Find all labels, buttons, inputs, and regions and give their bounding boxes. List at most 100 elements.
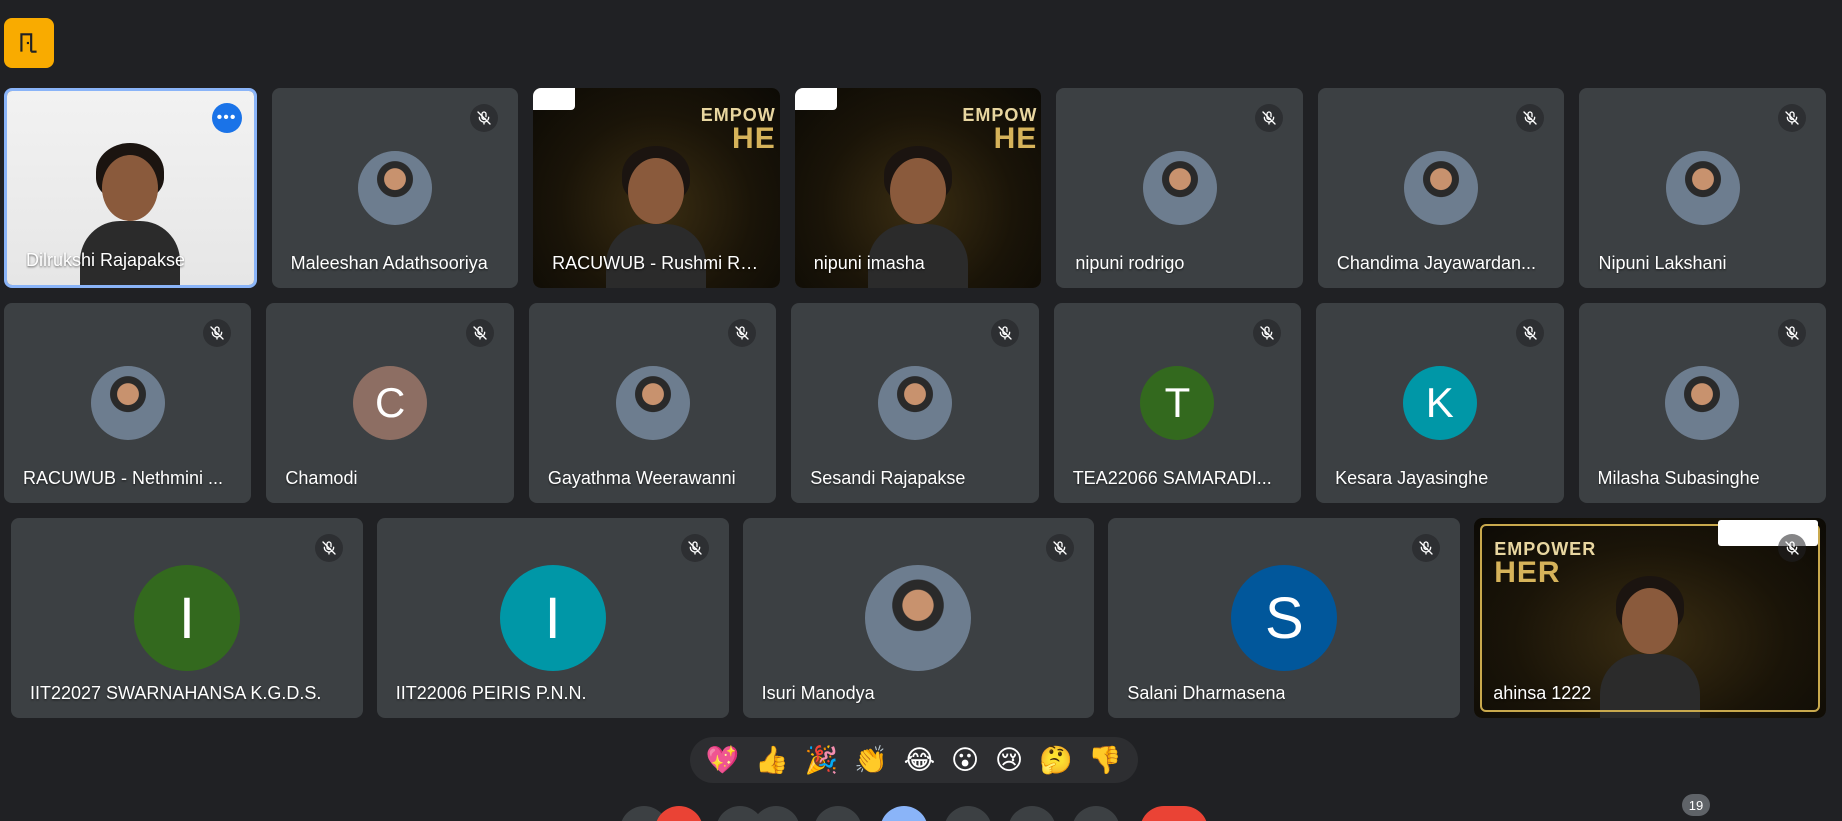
- participant-name: IIT22006 PEIRIS P.N.N.: [395, 683, 587, 703]
- reaction-emoji[interactable]: 😮: [951, 747, 979, 774]
- captions-button[interactable]: [814, 806, 862, 821]
- participant-tile[interactable]: EMPOWER HER ahinsa 1222: [1474, 518, 1826, 718]
- participant-tile[interactable]: Isuri Manodya: [742, 518, 1095, 718]
- participant-row-3: I IIT22027 SWARNAHANSA K.G.D.S. I IIT22006 …: [11, 518, 1826, 718]
- participant-count-badge: 19: [1682, 794, 1710, 816]
- participant-tile[interactable]: Chandima Jayawardan...: [1317, 88, 1565, 288]
- mic-off-icon: [1046, 534, 1075, 562]
- participant-name: IIT22027 SWARNAHANSA K.G.D.S.: [30, 683, 322, 703]
- background-brand-text: EMPOW HE: [962, 106, 1037, 154]
- avatar: [1142, 151, 1217, 225]
- logo-sticker: [794, 88, 837, 110]
- avatar: [865, 565, 972, 671]
- participant-tile[interactable]: Milasha Subasinghe: [1578, 303, 1826, 503]
- participant-name: Salani Dharmasena: [1127, 683, 1286, 703]
- mic-off-icon: [728, 319, 757, 347]
- participant-tile[interactable]: RACUWUB - Nethmini ...: [4, 303, 252, 503]
- participant-tile[interactable]: ••• Dilrukshi Rajapakse: [4, 88, 257, 288]
- avatar: [357, 151, 432, 225]
- background-brand-text: EMPOW HE: [701, 106, 776, 154]
- participant-row-1: ••• Dilrukshi Rajapakse Maleeshan Adathsoo…: [4, 88, 1827, 288]
- mic-off-icon: [1777, 319, 1806, 347]
- logo-sticker: [533, 88, 576, 110]
- participant-tile[interactable]: Gayathma Weerawanni: [528, 303, 777, 503]
- mic-off-icon: [1254, 104, 1283, 132]
- mic-off-icon: [1515, 319, 1544, 347]
- mic-button[interactable]: [655, 806, 703, 821]
- reaction-emoji[interactable]: 👎: [1088, 747, 1122, 774]
- avatar: C: [353, 366, 428, 440]
- participant-name: Dilrukshi Rajapakse: [26, 250, 186, 270]
- participant-name: ahinsa 1222: [1493, 683, 1592, 703]
- avatar: I: [499, 565, 606, 671]
- avatar: [1665, 366, 1740, 440]
- avatar: [1665, 151, 1740, 225]
- participant-name: Chamodi: [285, 468, 358, 488]
- control-bar: [0, 806, 1842, 821]
- participant-name: Kesara Jayasinghe: [1335, 468, 1489, 488]
- participant-tile[interactable]: Sesandi Rajapakse: [791, 303, 1039, 503]
- mic-off-icon: [990, 319, 1019, 347]
- reaction-emoji[interactable]: 🤔: [1039, 747, 1073, 774]
- participant-tile[interactable]: I IIT22006 PEIRIS P.N.N.: [376, 518, 729, 718]
- reaction-emoji[interactable]: 👏: [854, 747, 888, 774]
- mic-off-icon: [1253, 319, 1282, 347]
- present-button[interactable]: [944, 806, 992, 821]
- participant-tile[interactable]: S Salani Dharmasena: [1108, 518, 1461, 718]
- avatar: [1404, 151, 1479, 225]
- mic-off-icon: [203, 319, 232, 347]
- participant-name: Gayathma Weerawanni: [547, 468, 736, 488]
- participant-name: RACUWUB - Nethmini ...: [23, 468, 224, 488]
- participant-name: Isuri Manodya: [761, 683, 875, 703]
- participant-tile[interactable]: Nipuni Lakshani: [1579, 88, 1827, 288]
- avatar: [90, 366, 165, 440]
- mic-off-icon: [465, 319, 494, 347]
- participant-name: nipuni rodrigo: [1075, 253, 1185, 273]
- more-options-icon[interactable]: •••: [211, 103, 242, 133]
- avatar: K: [1402, 366, 1477, 440]
- reaction-emoji[interactable]: 😢: [995, 747, 1023, 774]
- avatar: I: [133, 565, 240, 671]
- brand-big-line: HE: [993, 122, 1038, 155]
- participant-tile[interactable]: nipuni rodrigo: [1056, 88, 1303, 288]
- avatar: S: [1231, 565, 1338, 671]
- participant-tile[interactable]: C Chamodi: [266, 303, 514, 503]
- reaction-emoji[interactable]: 👍: [755, 747, 789, 774]
- camera-button[interactable]: [752, 806, 800, 821]
- mic-off-icon: [470, 104, 499, 132]
- participant-tile[interactable]: T TEA22066 SAMARADI...: [1053, 303, 1302, 503]
- leave-call-button[interactable]: [1140, 806, 1208, 821]
- meeting-badge-icon[interactable]: [4, 18, 54, 68]
- reaction-emoji[interactable]: 🎉: [805, 747, 839, 774]
- avatar: [877, 366, 952, 440]
- participant-name: Milasha Subasinghe: [1597, 468, 1760, 488]
- participant-name: nipuni imasha: [813, 253, 925, 273]
- more-options-button[interactable]: [1072, 806, 1120, 821]
- participant-row-2: RACUWUB - Nethmini ... C Chamodi Gayathma W…: [4, 303, 1826, 503]
- participant-name: Nipuni Lakshani: [1598, 253, 1727, 273]
- raise-hand-button[interactable]: [1008, 806, 1056, 821]
- reactions-button[interactable]: [880, 806, 928, 821]
- participant-tile[interactable]: K Kesara Jayasinghe: [1316, 303, 1564, 503]
- participant-name: Sesandi Rajapakse: [810, 468, 966, 488]
- mic-off-icon: [1778, 104, 1807, 132]
- reactions-bar: 💖 👍 🎉 👏 😂 😮 😢 🤔 👎: [690, 737, 1138, 783]
- avatar: [615, 366, 690, 440]
- mic-off-icon: [1516, 104, 1545, 132]
- reaction-emoji[interactable]: 💖: [706, 747, 740, 774]
- participant-tile[interactable]: EMPOW HE RACUWUB - Rushmi Ro...: [533, 88, 780, 288]
- mic-off-icon: [314, 534, 343, 562]
- mic-off-icon: [1777, 534, 1806, 562]
- participant-name: Chandima Jayawardan...: [1336, 253, 1536, 273]
- participant-tile[interactable]: EMPOW HE nipuni imasha: [794, 88, 1042, 288]
- participant-tile[interactable]: I IIT22027 SWARNAHANSA K.G.D.S.: [11, 518, 363, 718]
- participant-name: RACUWUB - Rushmi Ro...: [552, 253, 760, 273]
- avatar: T: [1140, 366, 1215, 440]
- brand-big-line: HE: [732, 122, 776, 155]
- mic-off-icon: [680, 534, 709, 562]
- reaction-emoji[interactable]: 😂: [904, 747, 936, 774]
- participant-name: TEA22066 SAMARADI...: [1072, 468, 1272, 488]
- mic-off-icon: [1412, 534, 1441, 562]
- participant-name: Maleeshan Adathsooriya: [290, 253, 488, 273]
- participant-tile[interactable]: Maleeshan Adathsooriya: [271, 88, 519, 288]
